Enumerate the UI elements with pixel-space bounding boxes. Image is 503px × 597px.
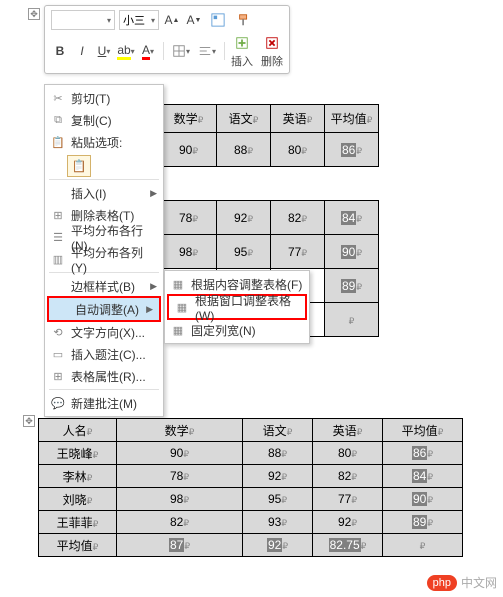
menu-copy[interactable]: ⧉复制(C)	[45, 109, 163, 131]
table-move-handle[interactable]: ✥	[28, 8, 40, 20]
table-row: 平均值₽87₽92₽82.75₽₽	[39, 534, 463, 557]
table-row: 王菲菲₽82₽93₽92₽89₽	[39, 511, 463, 534]
th-english: 英语₽	[271, 105, 325, 133]
submenu-fixed-width[interactable]: ▦固定列宽(N)	[165, 319, 309, 341]
menu-border-style[interactable]: 边框样式(B)▶	[45, 275, 163, 297]
delete-label: 删除	[261, 53, 283, 69]
table-row: 98₽ 95₽ 77₽ 90₽	[161, 235, 379, 269]
watermark: php 中文网	[427, 574, 497, 591]
scissors-icon: ✂	[49, 90, 67, 106]
menu-new-comment[interactable]: 💬新建批注(M)	[45, 392, 163, 414]
copy-icon: ⧉	[49, 112, 67, 128]
document-table-bottom: 人名₽ 数学₽ 语文₽ 英语₽ 平均值₽ 王晓峰₽90₽88₽80₽86₽ 李林…	[38, 418, 463, 557]
cols-icon: ▥	[49, 251, 67, 267]
chevron-right-icon: ▶	[146, 304, 153, 315]
props-icon: ⊞	[49, 368, 67, 384]
menu-insert-caption[interactable]: ▭插入题注(C)...	[45, 343, 163, 365]
insert-label: 插入	[231, 53, 253, 69]
delete-table-icon: ⊞	[49, 207, 67, 223]
menu-table-props[interactable]: ⊞表格属性(R)...	[45, 365, 163, 387]
th-math: 数学₽	[161, 105, 217, 133]
watermark-text: 中文网	[461, 574, 497, 591]
menu-insert[interactable]: 插入(I)▶	[45, 182, 163, 204]
th-name: 人名₽	[39, 419, 117, 442]
fit-window-icon: ▦	[173, 299, 191, 315]
submenu-fit-window[interactable]: ▦根据窗口调整表格(W)	[169, 296, 305, 318]
th-chinese: 语文₽	[217, 105, 271, 133]
rows-icon: ☰	[49, 229, 67, 245]
th-avg: 平均值₽	[325, 105, 379, 133]
chevron-right-icon: ▶	[150, 281, 157, 292]
table-move-handle[interactable]: ✥	[23, 415, 35, 427]
bold-icon[interactable]: B	[51, 42, 69, 60]
italic-icon[interactable]: I	[73, 42, 91, 60]
brand-badge: php	[427, 575, 457, 591]
th-avg: 平均值₽	[383, 419, 463, 442]
paste-option-keep-source[interactable]: 📋	[67, 155, 91, 177]
table-row: 刘晓₽98₽95₽77₽90₽	[39, 488, 463, 511]
table-row: 78₽ 92₽ 82₽ 84₽	[161, 201, 379, 235]
menu-dist-cols[interactable]: ▥平均分布各列(Y)	[45, 248, 163, 270]
insert-icon[interactable]	[231, 33, 253, 53]
mini-toolbar: ▾ 小三▾ A▲ A▼ B I U▾ ab▾ A▾ ▾ ▾ 插入 删除	[44, 5, 290, 74]
context-menu: ✂剪切(T) ⧉复制(C) 📋粘贴选项: 📋 插入(I)▶ ⊞删除表格(T) ☰…	[44, 84, 164, 417]
styles-icon[interactable]	[207, 10, 229, 30]
font-family-select[interactable]: ▾	[51, 10, 115, 30]
table-row: 90₽ 88₽ 80₽ 86₽	[161, 133, 379, 167]
comment-icon: 💬	[49, 395, 67, 411]
menu-cut[interactable]: ✂剪切(T)	[45, 87, 163, 109]
menu-paste-options[interactable]: 📋粘贴选项:	[45, 131, 163, 153]
paste-icon: 📋	[49, 134, 67, 150]
format-painter-icon[interactable]	[233, 10, 255, 30]
delete-icon[interactable]	[261, 33, 283, 53]
text-dir-icon: ⟲	[49, 324, 67, 340]
align-icon[interactable]: ▾	[196, 41, 218, 61]
fixed-width-icon: ▦	[169, 322, 187, 338]
decrease-font-icon[interactable]: A▼	[185, 11, 203, 29]
th-english: 英语₽	[313, 419, 383, 442]
menu-autofit[interactable]: 自动调整(A)▶	[49, 298, 159, 320]
fit-content-icon: ▦	[169, 276, 187, 292]
th-chinese: 语文₽	[243, 419, 313, 442]
table-row: 李林₽78₽92₽82₽84₽	[39, 465, 463, 488]
clipboard-icon: 📋	[72, 159, 87, 173]
caption-icon: ▭	[49, 346, 67, 362]
font-color-icon[interactable]: A▾	[139, 42, 157, 60]
table-row	[161, 167, 379, 201]
menu-text-direction[interactable]: ⟲文字方向(X)...	[45, 321, 163, 343]
underline-icon[interactable]: U▾	[95, 42, 113, 60]
increase-font-icon[interactable]: A▲	[163, 11, 181, 29]
table-row: 王晓峰₽90₽88₽80₽86₽	[39, 442, 463, 465]
font-size-select[interactable]: 小三▾	[119, 10, 159, 30]
chevron-right-icon: ▶	[150, 188, 157, 199]
highlight-icon[interactable]: ab▾	[117, 42, 135, 60]
autofit-submenu: ▦根据内容调整表格(F) ▦根据窗口调整表格(W) ▦固定列宽(N)	[164, 270, 310, 344]
th-math: 数学₽	[117, 419, 243, 442]
border-icon[interactable]: ▾	[170, 41, 192, 61]
